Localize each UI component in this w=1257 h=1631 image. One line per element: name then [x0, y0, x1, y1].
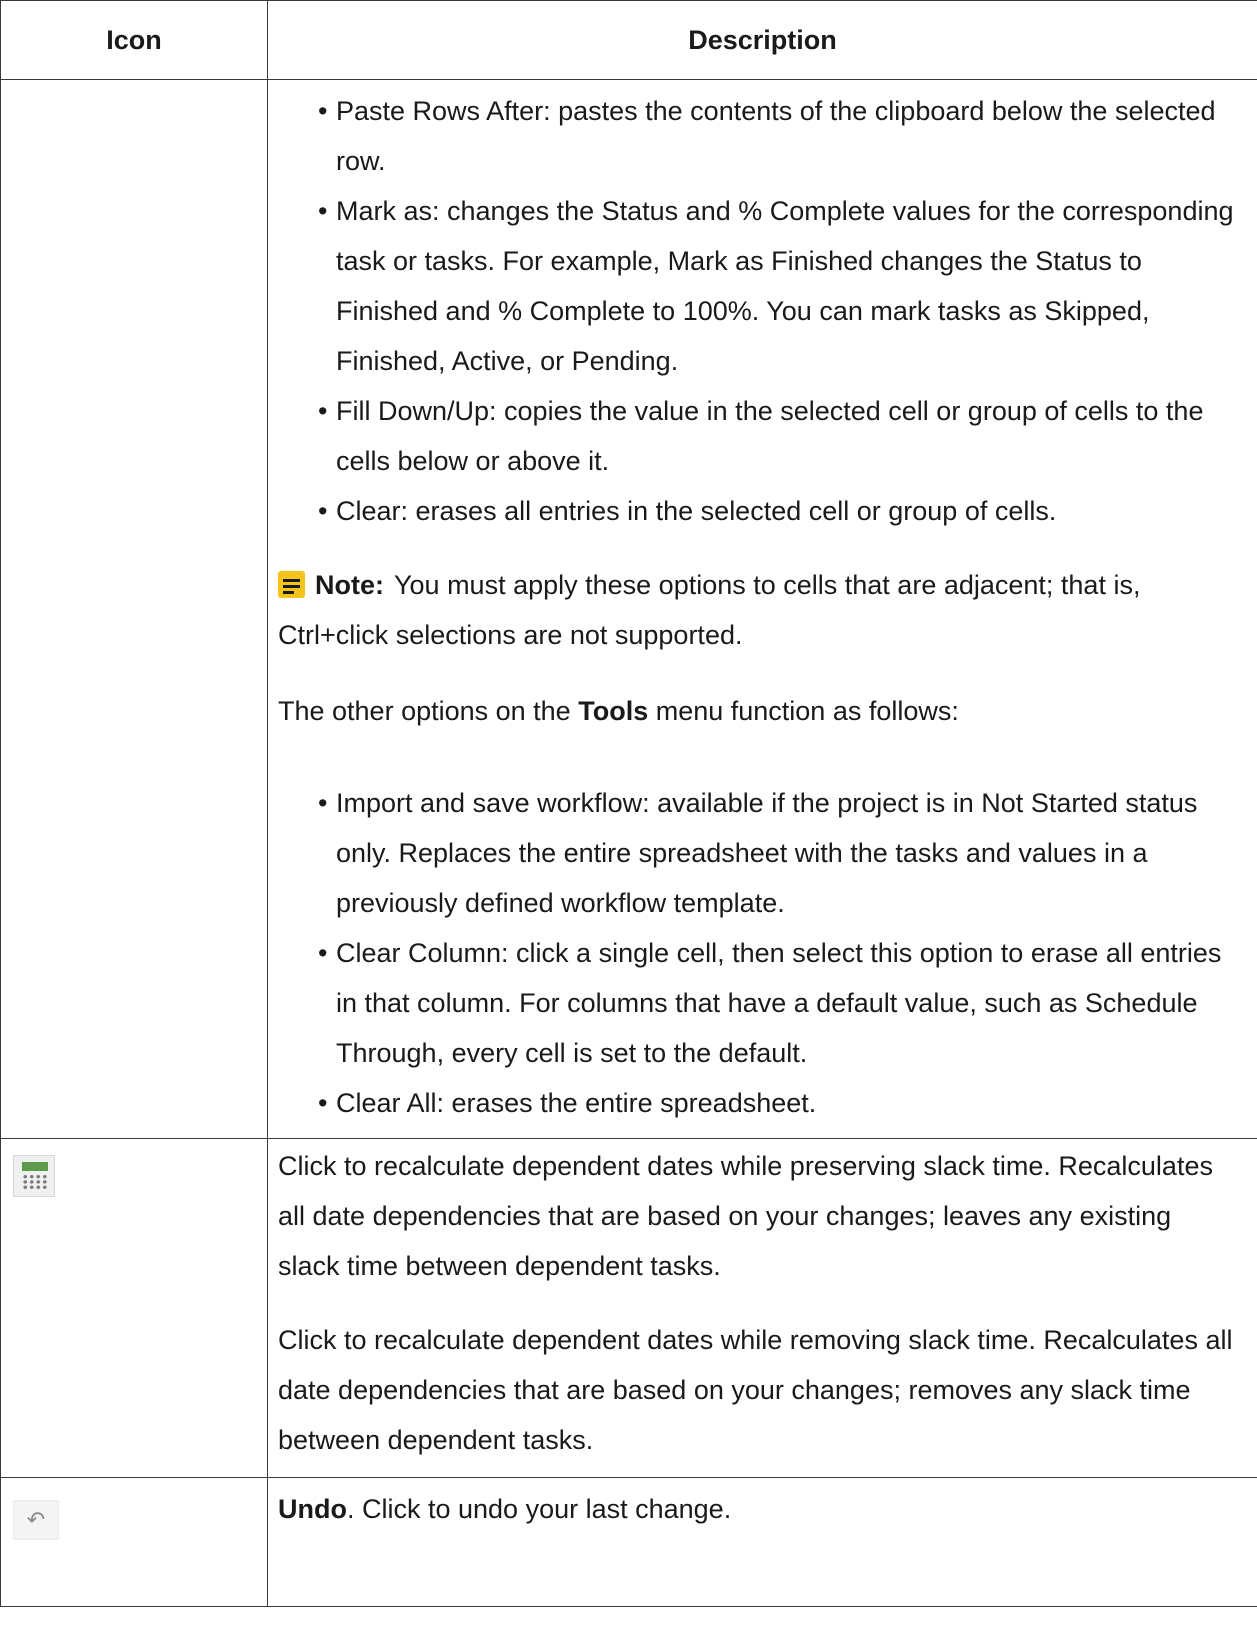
icon-description-table: Icon Description Paste Rows After: paste… — [0, 0, 1257, 1607]
list-item: Paste Rows After: pastes the contents of… — [318, 86, 1237, 186]
list-item: Clear Column: click a single cell, then … — [318, 928, 1237, 1078]
icon-cell: ↶ — [0, 1477, 268, 1607]
note-block: Note: You must apply these options to cel… — [278, 560, 1237, 660]
calculator-icon[interactable] — [13, 1155, 55, 1197]
list-item: Fill Down/Up: copies the value in the se… — [318, 386, 1237, 486]
edit-options-list: Paste Rows After: pastes the contents of… — [278, 80, 1237, 536]
description-cell: Click to recalculate dependent dates whi… — [267, 1138, 1257, 1478]
header-description: Description — [267, 0, 1257, 80]
undo-icon[interactable]: ↶ — [13, 1500, 59, 1540]
undo-label: Undo — [278, 1494, 347, 1524]
list-item: Clear: erases all entries in the selecte… — [318, 486, 1237, 536]
description-cell: Paste Rows After: pastes the contents of… — [267, 79, 1257, 1139]
table-row: Click to recalculate dependent dates whi… — [0, 1138, 1257, 1478]
table-row: ↶ Undo. Click to undo your last change. — [0, 1477, 1257, 1607]
header-icon: Icon — [0, 0, 268, 80]
note-text: You must apply these options to cells th… — [278, 570, 1141, 650]
recalc-preserve-text: Click to recalculate dependent dates whi… — [278, 1151, 1213, 1281]
tools-menu-paragraph: The other options on the Tools menu func… — [278, 686, 1237, 736]
list-item: Mark as: changes the Status and % Comple… — [318, 186, 1237, 386]
icon-cell — [0, 79, 268, 1139]
table-row: Paste Rows After: pastes the contents of… — [0, 79, 1257, 1139]
description-cell: Undo. Click to undo your last change. — [267, 1477, 1257, 1607]
table-header-row: Icon Description — [0, 0, 1257, 80]
note-icon — [278, 571, 305, 598]
undo-text: . Click to undo your last change. — [346, 1494, 732, 1524]
undo-description: Undo. Click to undo your last change. — [278, 1484, 1237, 1534]
tools-text-after: menu function as follows: — [648, 696, 959, 726]
list-item: Import and save workflow: available if t… — [318, 778, 1237, 928]
note-label: Note: — [315, 570, 384, 600]
list-item: Clear All: erases the entire spreadsheet… — [318, 1078, 1237, 1128]
recalc-remove-text: Click to recalculate dependent dates whi… — [278, 1325, 1233, 1455]
tools-options-list: Import and save workflow: available if t… — [278, 778, 1237, 1138]
tools-menu-name: Tools — [578, 696, 649, 726]
tools-text-before: The other options on the — [278, 696, 579, 726]
icon-cell — [0, 1138, 268, 1478]
